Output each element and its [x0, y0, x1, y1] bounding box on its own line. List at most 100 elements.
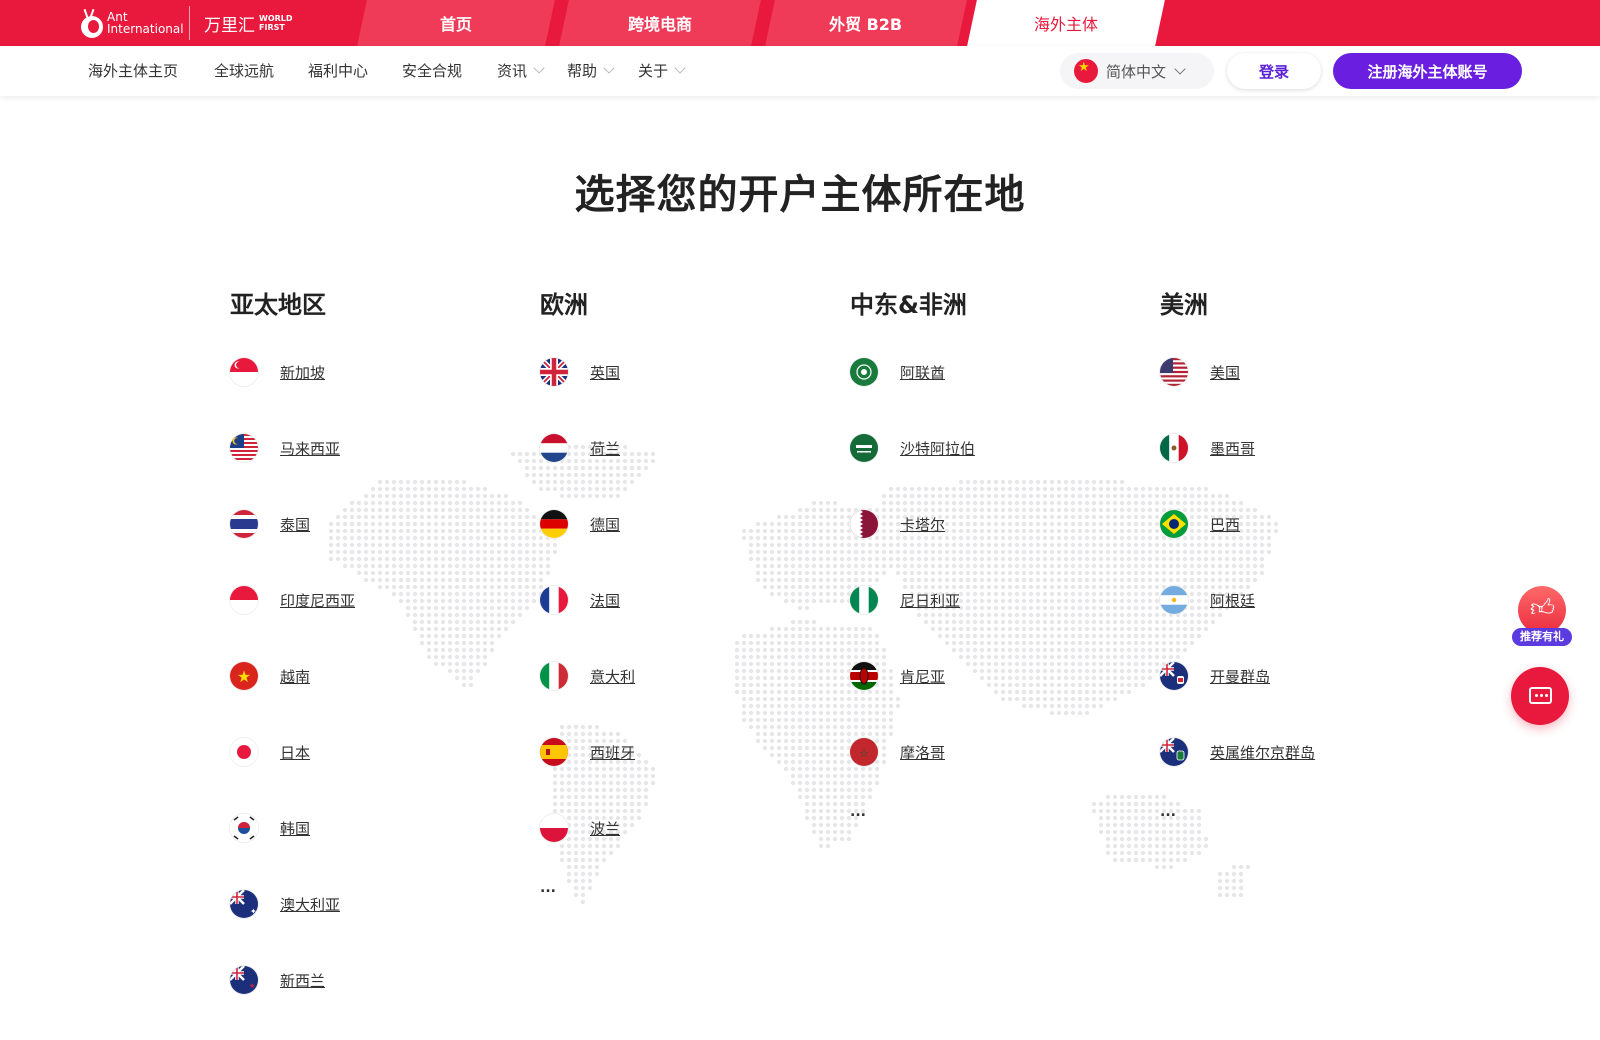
- tab-cross-border-ecommerce[interactable]: 跨境电商: [559, 0, 761, 46]
- country-item-malaysia[interactable]: 马来西亚: [230, 432, 340, 464]
- region-column: 中东&非洲: [850, 285, 967, 325]
- country-item-france[interactable]: 法国: [540, 584, 620, 616]
- italy-flag-icon: [540, 662, 568, 690]
- country-link[interactable]: 英属维尔京群岛: [1210, 742, 1315, 763]
- country-item-uk[interactable]: 英国: [540, 356, 620, 388]
- sub-nav: 海外主体主页 全球远航 福利中心 安全合规 资讯 帮助 关于 简体中文 登录 注…: [0, 46, 1600, 96]
- country-link[interactable]: 波兰: [590, 818, 620, 839]
- referral-label: 推荐有礼: [1512, 628, 1572, 646]
- country-link[interactable]: 开曼群岛: [1210, 666, 1270, 687]
- login-button[interactable]: 登录: [1227, 53, 1321, 89]
- country-link[interactable]: 意大利: [590, 666, 635, 687]
- country-item-thailand[interactable]: 泰国: [230, 508, 310, 540]
- country-item-nigeria[interactable]: 尼日利亚: [850, 584, 960, 616]
- logo-worldfirst-en: WORLD FIRST: [259, 14, 293, 32]
- country-item-mexico[interactable]: 墨西哥: [1160, 432, 1255, 464]
- country-link[interactable]: 巴西: [1210, 514, 1240, 535]
- country-item-new-zealand[interactable]: ★ 新西兰: [230, 964, 325, 996]
- subnav-help[interactable]: 帮助: [567, 60, 615, 81]
- country-link[interactable]: 墨西哥: [1210, 438, 1255, 459]
- country-item-indonesia[interactable]: 印度尼西亚: [230, 584, 355, 616]
- country-item-saudi-arabia[interactable]: 沙特阿拉伯: [850, 432, 975, 464]
- register-button[interactable]: 注册海外主体账号: [1333, 53, 1522, 89]
- country-link[interactable]: 日本: [280, 742, 310, 763]
- country-link[interactable]: 韩国: [280, 818, 310, 839]
- more-countries-ellipsis[interactable]: ...: [1160, 804, 1176, 820]
- chat-float-button[interactable]: [1511, 667, 1569, 725]
- tab-overseas-entity[interactable]: 海外主体: [967, 0, 1165, 46]
- bvi-flag-icon: [1160, 738, 1188, 766]
- subnav-global-voyage[interactable]: 全球远航: [214, 60, 274, 81]
- saudi-arabia-flag-icon: [850, 434, 878, 462]
- subnav-about[interactable]: 关于: [638, 60, 686, 81]
- top-bar: Ant International 万里汇 WORLD FIRST 首页 跨境电商 …: [0, 0, 1600, 46]
- more-countries-ellipsis[interactable]: ...: [850, 804, 866, 820]
- new-zealand-flag-icon: ★: [230, 966, 258, 994]
- country-link[interactable]: 德国: [590, 514, 620, 535]
- country-link[interactable]: 沙特阿拉伯: [900, 438, 975, 459]
- country-link[interactable]: 澳大利亚: [280, 894, 340, 915]
- country-link[interactable]: 新西兰: [280, 970, 325, 991]
- more-countries-ellipsis[interactable]: ...: [540, 880, 556, 896]
- country-item-brazil[interactable]: 巴西: [1160, 508, 1240, 540]
- chevron-down-icon: [1174, 62, 1186, 75]
- subnav-overseas-home[interactable]: 海外主体主页: [88, 60, 178, 81]
- country-item-argentina[interactable]: 阿根廷: [1160, 584, 1255, 616]
- country-item-italy[interactable]: 意大利: [540, 660, 635, 692]
- referral-float-button[interactable]: 👍︎ 推荐有礼: [1512, 586, 1574, 646]
- country-link[interactable]: 尼日利亚: [900, 590, 960, 611]
- country-item-poland[interactable]: 波兰: [540, 812, 620, 844]
- country-item-japan[interactable]: 日本: [230, 736, 310, 768]
- country-link[interactable]: 荷兰: [590, 438, 620, 459]
- country-link[interactable]: 马来西亚: [280, 438, 340, 459]
- svg-text:★: ★: [237, 667, 251, 686]
- country-item-uae[interactable]: 阿联酋: [850, 356, 945, 388]
- country-item-netherlands[interactable]: 荷兰: [540, 432, 620, 464]
- country-item-vietnam[interactable]: ★ 越南: [230, 660, 310, 692]
- country-link[interactable]: 新加坡: [280, 362, 325, 383]
- cayman-islands-flag-icon: [1160, 662, 1188, 690]
- country-item-spain[interactable]: 西班牙: [540, 736, 635, 768]
- country-link[interactable]: 卡塔尔: [900, 514, 945, 535]
- country-item-singapore[interactable]: 新加坡: [230, 356, 325, 388]
- page-title: 选择您的开户主体所在地: [574, 172, 1026, 218]
- subnav-security-compliance[interactable]: 安全合规: [402, 60, 462, 81]
- tab-b2b-trade[interactable]: 外贸 B2B: [765, 0, 967, 46]
- country-item-korea[interactable]: 韩国: [230, 812, 310, 844]
- country-item-germany[interactable]: 德国: [540, 508, 620, 540]
- country-item-bvi[interactable]: 英属维尔京群岛: [1160, 736, 1315, 768]
- country-link[interactable]: 越南: [280, 666, 310, 687]
- country-item-qatar[interactable]: 卡塔尔: [850, 508, 945, 540]
- logo-worldfirst-cn: 万里汇: [204, 15, 255, 36]
- subnav-news[interactable]: 资讯: [497, 60, 545, 81]
- country-item-morocco[interactable]: ☆ 摩洛哥: [850, 736, 945, 768]
- subnav-benefits-center[interactable]: 福利中心: [308, 60, 368, 81]
- netherlands-flag-icon: [540, 434, 568, 462]
- country-link[interactable]: 阿联酋: [900, 362, 945, 383]
- country-link[interactable]: 肯尼亚: [900, 666, 945, 687]
- country-link[interactable]: 法国: [590, 590, 620, 611]
- country-item-cayman-islands[interactable]: 开曼群岛: [1160, 660, 1270, 692]
- language-selector[interactable]: 简体中文: [1060, 53, 1214, 89]
- uk-flag-icon: [540, 358, 568, 386]
- qatar-flag-icon: [850, 510, 878, 538]
- country-link[interactable]: 英国: [590, 362, 620, 383]
- region-column: 美洲: [1160, 285, 1208, 325]
- country-item-kenya[interactable]: 肯尼亚: [850, 660, 945, 692]
- logo[interactable]: Ant International 万里汇 WORLD FIRST: [80, 4, 293, 42]
- mexico-flag-icon: [1160, 434, 1188, 462]
- country-item-australia[interactable]: ✦ 澳大利亚: [230, 888, 340, 920]
- logo-divider: [189, 6, 190, 40]
- country-link[interactable]: 美国: [1210, 362, 1240, 383]
- country-link[interactable]: 印度尼西亚: [280, 590, 355, 611]
- country-link[interactable]: 阿根廷: [1210, 590, 1255, 611]
- usa-flag-icon: [1160, 358, 1188, 386]
- tab-home[interactable]: 首页: [357, 0, 555, 46]
- country-item-usa[interactable]: 美国: [1160, 356, 1240, 388]
- morocco-flag-icon: ☆: [850, 738, 878, 766]
- country-link[interactable]: 摩洛哥: [900, 742, 945, 763]
- country-link[interactable]: 泰国: [280, 514, 310, 535]
- region-title: 中东&非洲: [850, 291, 967, 319]
- region-title: 欧洲: [540, 291, 588, 319]
- country-link[interactable]: 西班牙: [590, 742, 635, 763]
